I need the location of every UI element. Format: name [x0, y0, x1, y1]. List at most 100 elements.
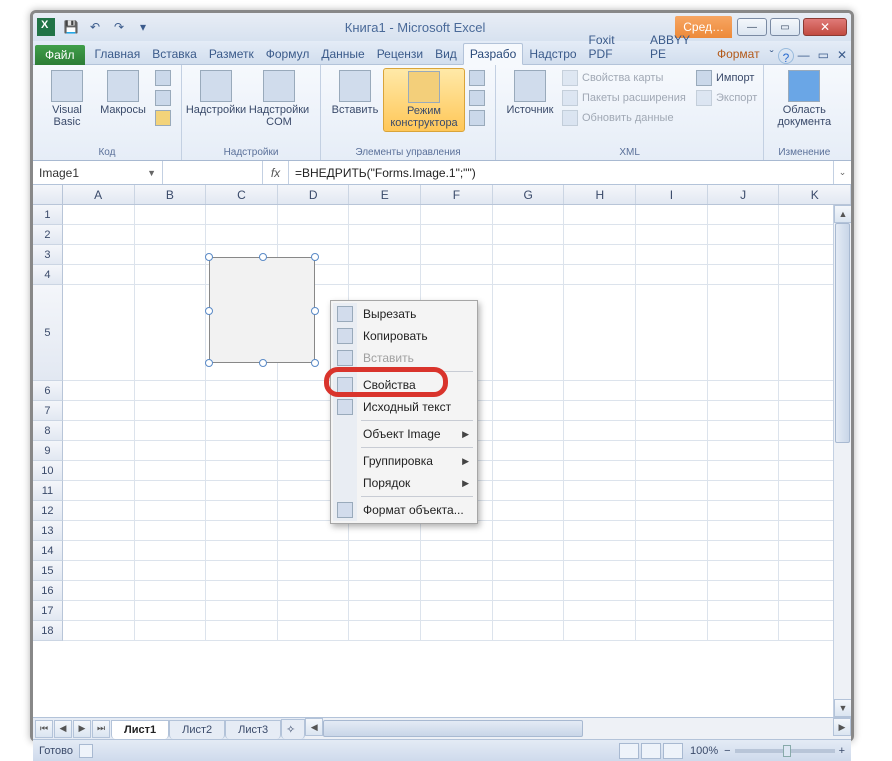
macros-button[interactable]: Макросы [95, 68, 151, 118]
cell[interactable] [206, 401, 278, 421]
cell[interactable] [135, 381, 207, 401]
cell[interactable] [278, 621, 350, 641]
cell[interactable] [421, 265, 493, 285]
cell[interactable] [708, 461, 780, 481]
zoom-out-button[interactable]: − [724, 745, 730, 757]
cell[interactable] [349, 621, 421, 641]
tab-page-layout[interactable]: Разметк [203, 44, 260, 64]
new-sheet-button[interactable]: ✧ [281, 719, 305, 739]
cell[interactable] [349, 521, 421, 541]
mdi-restore-button[interactable]: ▭ [814, 46, 833, 64]
row-header[interactable]: 2 [33, 225, 63, 245]
tab-file[interactable]: Файл [35, 45, 85, 65]
cell[interactable] [708, 501, 780, 521]
cell[interactable] [135, 441, 207, 461]
cell[interactable] [493, 521, 565, 541]
cell[interactable] [135, 461, 207, 481]
col-header[interactable]: F [421, 185, 493, 204]
resize-handle-sw[interactable] [205, 359, 213, 367]
cell[interactable] [493, 225, 565, 245]
cell[interactable] [708, 441, 780, 461]
cell[interactable] [708, 561, 780, 581]
menu-order[interactable]: Порядок▶ [333, 472, 475, 494]
cell[interactable] [564, 265, 636, 285]
cell[interactable] [564, 401, 636, 421]
resize-handle-n[interactable] [259, 253, 267, 261]
cell[interactable] [493, 401, 565, 421]
qat-redo-button[interactable]: ↷ [108, 17, 130, 37]
cell[interactable] [564, 501, 636, 521]
addins-button[interactable]: Надстройки [188, 68, 244, 118]
cell[interactable] [636, 561, 708, 581]
view-page-layout-button[interactable] [641, 743, 661, 759]
view-code-button[interactable] [469, 88, 489, 108]
select-all-corner[interactable] [33, 185, 63, 204]
menu-format-object[interactable]: Формат объекта... [333, 499, 475, 521]
cell[interactable] [708, 381, 780, 401]
cell[interactable] [349, 205, 421, 225]
row-header[interactable]: 3 [33, 245, 63, 265]
cell[interactable] [493, 541, 565, 561]
com-addins-button[interactable]: Надстройки COM [244, 68, 314, 130]
sheet-tab[interactable]: Лист3 [225, 720, 281, 739]
cell[interactable] [564, 481, 636, 501]
cell[interactable] [564, 205, 636, 225]
cell[interactable] [493, 561, 565, 581]
cell[interactable] [564, 285, 636, 381]
sheet-nav-last[interactable]: ⏭ [92, 720, 110, 738]
cell[interactable] [493, 265, 565, 285]
cell[interactable] [636, 521, 708, 541]
window-maximize-button[interactable]: ▭ [770, 18, 800, 36]
macro-security-button[interactable] [155, 108, 175, 128]
cell[interactable] [493, 501, 565, 521]
cell[interactable] [636, 461, 708, 481]
cell[interactable] [63, 441, 135, 461]
insert-control-button[interactable]: Вставить [327, 68, 383, 118]
tab-home[interactable]: Главная [89, 44, 147, 64]
window-close-button[interactable]: ✕ [803, 18, 847, 36]
cell[interactable] [493, 441, 565, 461]
properties-button[interactable] [469, 68, 489, 88]
worksheet-grid[interactable]: A B C D E F G H I J K 123456789101112131… [33, 185, 851, 717]
mdi-close-button[interactable]: ✕ [833, 46, 851, 64]
cell[interactable] [206, 501, 278, 521]
cell[interactable] [421, 521, 493, 541]
cell[interactable] [63, 521, 135, 541]
cell[interactable] [63, 481, 135, 501]
resize-handle-nw[interactable] [205, 253, 213, 261]
menu-grouping[interactable]: Группировка▶ [333, 450, 475, 472]
cell[interactable] [636, 621, 708, 641]
tab-developer[interactable]: Разрабо [463, 43, 524, 65]
row-header[interactable]: 14 [33, 541, 63, 561]
resize-handle-w[interactable] [205, 307, 213, 315]
tab-format[interactable]: Формат [711, 44, 766, 64]
cell[interactable] [493, 381, 565, 401]
cell[interactable] [278, 541, 350, 561]
view-page-break-button[interactable] [663, 743, 683, 759]
tab-view[interactable]: Вид [429, 44, 463, 64]
cell[interactable] [349, 265, 421, 285]
cell[interactable] [206, 561, 278, 581]
cell[interactable] [278, 521, 350, 541]
cell[interactable] [708, 521, 780, 541]
row-header[interactable]: 17 [33, 601, 63, 621]
cell[interactable] [636, 541, 708, 561]
cell[interactable] [63, 245, 135, 265]
cell[interactable] [564, 245, 636, 265]
cell[interactable] [278, 225, 350, 245]
cell[interactable] [63, 461, 135, 481]
col-header[interactable]: D [278, 185, 350, 204]
row-header[interactable]: 6 [33, 381, 63, 401]
menu-copy[interactable]: Копировать [333, 325, 475, 347]
cell[interactable] [63, 205, 135, 225]
cell[interactable] [493, 461, 565, 481]
cell[interactable] [564, 461, 636, 481]
tab-addins[interactable]: Надстро [523, 44, 582, 64]
ribbon-minimize-button[interactable]: ˇ [766, 46, 778, 64]
cell[interactable] [421, 621, 493, 641]
document-panel-button[interactable]: Область документа [770, 68, 838, 130]
cell[interactable] [708, 541, 780, 561]
cell[interactable] [278, 561, 350, 581]
cell[interactable] [421, 541, 493, 561]
formula-expand-button[interactable]: ⌄ [833, 161, 851, 184]
